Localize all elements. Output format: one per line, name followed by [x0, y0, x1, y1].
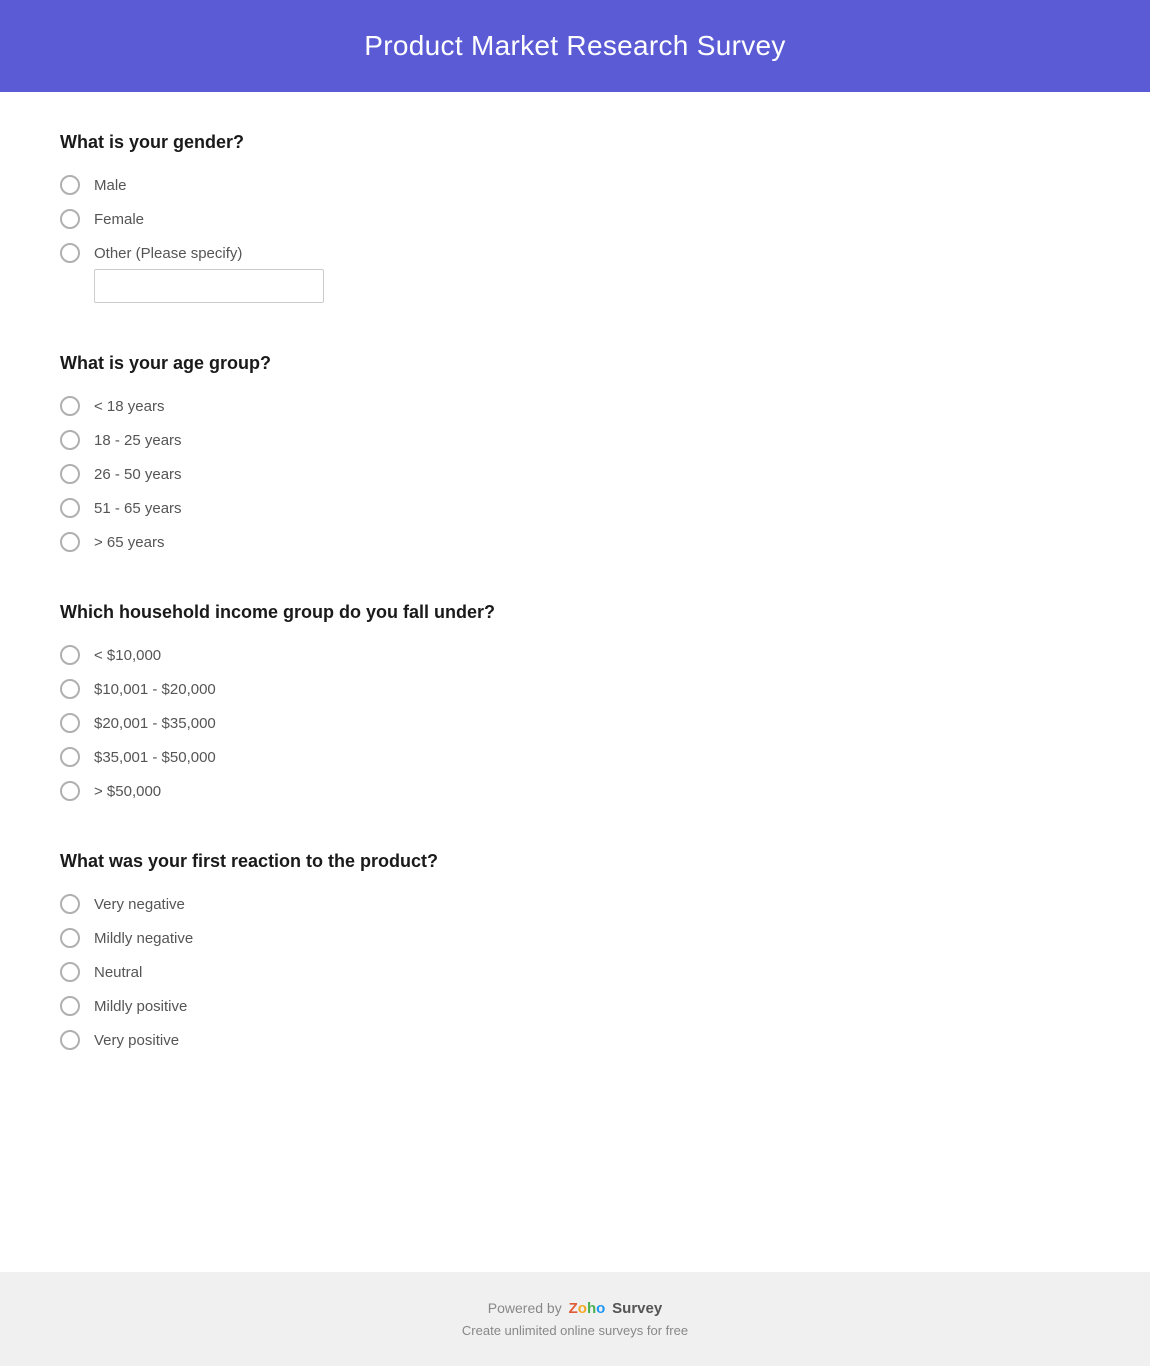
gender-other-input[interactable]	[94, 269, 324, 303]
gender-options: Male Female Other (Please specify)	[60, 175, 1090, 303]
zoho-logo: Zoho	[569, 1300, 606, 1317]
age-over65-radio[interactable]	[60, 532, 80, 552]
income-over50k-radio[interactable]	[60, 781, 80, 801]
question-gender: What is your gender? Male Female Other (…	[60, 132, 1090, 303]
income-10k-20k-radio[interactable]	[60, 679, 80, 699]
list-item: > $50,000	[60, 781, 1090, 801]
reaction-mildly-positive-radio[interactable]	[60, 996, 80, 1016]
reaction-mildly-negative-radio[interactable]	[60, 928, 80, 948]
list-item: < $10,000	[60, 645, 1090, 665]
list-item: $10,001 - $20,000	[60, 679, 1090, 699]
list-item: 51 - 65 years	[60, 498, 1090, 518]
list-item: 26 - 50 years	[60, 464, 1090, 484]
list-item: Neutral	[60, 962, 1090, 982]
zoho-o2-letter: o	[596, 1300, 605, 1317]
age-under18-label[interactable]: < 18 years	[94, 398, 164, 415]
zoho-o1-letter: o	[578, 1300, 587, 1317]
income-under10k-radio[interactable]	[60, 645, 80, 665]
list-item: Very negative	[60, 894, 1090, 914]
zoho-h-letter: h	[587, 1300, 596, 1317]
question-gender-title: What is your gender?	[60, 132, 1090, 153]
income-20k-35k-label[interactable]: $20,001 - $35,000	[94, 715, 216, 732]
list-item: > 65 years	[60, 532, 1090, 552]
list-item: Female	[60, 209, 1090, 229]
survey-footer: Powered by Zoho Survey Create unlimited …	[0, 1272, 1150, 1366]
age-18-25-radio[interactable]	[60, 430, 80, 450]
income-over50k-label[interactable]: > $50,000	[94, 783, 161, 800]
zoho-z-letter: Z	[569, 1300, 578, 1317]
gender-other-radio[interactable]	[60, 243, 80, 263]
income-under10k-label[interactable]: < $10,000	[94, 647, 161, 664]
age-over65-label[interactable]: > 65 years	[94, 534, 164, 551]
powered-by-text: Powered by	[488, 1300, 566, 1316]
survey-main: What is your gender? Male Female Other (…	[0, 92, 1150, 1272]
age-under18-radio[interactable]	[60, 396, 80, 416]
survey-header: Product Market Research Survey	[0, 0, 1150, 92]
reaction-mildly-positive-label[interactable]: Mildly positive	[94, 998, 187, 1015]
survey-label: Survey	[612, 1300, 662, 1317]
reaction-very-positive-radio[interactable]	[60, 1030, 80, 1050]
age-26-50-label[interactable]: 26 - 50 years	[94, 466, 182, 483]
age-options: < 18 years 18 - 25 years 26 - 50 years 5…	[60, 396, 1090, 552]
income-20k-35k-radio[interactable]	[60, 713, 80, 733]
age-51-65-label[interactable]: 51 - 65 years	[94, 500, 182, 517]
question-income-title: Which household income group do you fall…	[60, 602, 1090, 623]
list-item: Mildly positive	[60, 996, 1090, 1016]
list-item: < 18 years	[60, 396, 1090, 416]
question-age: What is your age group? < 18 years 18 - …	[60, 353, 1090, 552]
reaction-very-negative-radio[interactable]	[60, 894, 80, 914]
list-item: $35,001 - $50,000	[60, 747, 1090, 767]
survey-title: Product Market Research Survey	[20, 30, 1130, 62]
question-age-title: What is your age group?	[60, 353, 1090, 374]
reaction-mildly-negative-label[interactable]: Mildly negative	[94, 930, 193, 947]
list-item: $20,001 - $35,000	[60, 713, 1090, 733]
income-10k-20k-label[interactable]: $10,001 - $20,000	[94, 681, 216, 698]
reaction-very-positive-label[interactable]: Very positive	[94, 1032, 179, 1049]
reaction-neutral-label[interactable]: Neutral	[94, 964, 142, 981]
list-item: Very positive	[60, 1030, 1090, 1050]
gender-other-label[interactable]: Other (Please specify)	[94, 245, 242, 262]
income-35k-50k-radio[interactable]	[60, 747, 80, 767]
age-26-50-radio[interactable]	[60, 464, 80, 484]
gender-female-radio[interactable]	[60, 209, 80, 229]
question-reaction: What was your first reaction to the prod…	[60, 851, 1090, 1050]
reaction-very-negative-label[interactable]: Very negative	[94, 896, 185, 913]
gender-male-radio[interactable]	[60, 175, 80, 195]
age-51-65-radio[interactable]	[60, 498, 80, 518]
question-reaction-title: What was your first reaction to the prod…	[60, 851, 1090, 872]
gender-female-label[interactable]: Female	[94, 211, 144, 228]
footer-tagline: Create unlimited online surveys for free	[20, 1323, 1130, 1338]
gender-male-label[interactable]: Male	[94, 177, 127, 194]
list-item: Other (Please specify)	[60, 243, 1090, 303]
footer-powered-text: Powered by Zoho Survey	[20, 1300, 1130, 1317]
list-item: 18 - 25 years	[60, 430, 1090, 450]
reaction-neutral-radio[interactable]	[60, 962, 80, 982]
income-options: < $10,000 $10,001 - $20,000 $20,001 - $3…	[60, 645, 1090, 801]
list-item: Male	[60, 175, 1090, 195]
income-35k-50k-label[interactable]: $35,001 - $50,000	[94, 749, 216, 766]
age-18-25-label[interactable]: 18 - 25 years	[94, 432, 182, 449]
list-item: Mildly negative	[60, 928, 1090, 948]
reaction-options: Very negative Mildly negative Neutral Mi…	[60, 894, 1090, 1050]
question-income: Which household income group do you fall…	[60, 602, 1090, 801]
